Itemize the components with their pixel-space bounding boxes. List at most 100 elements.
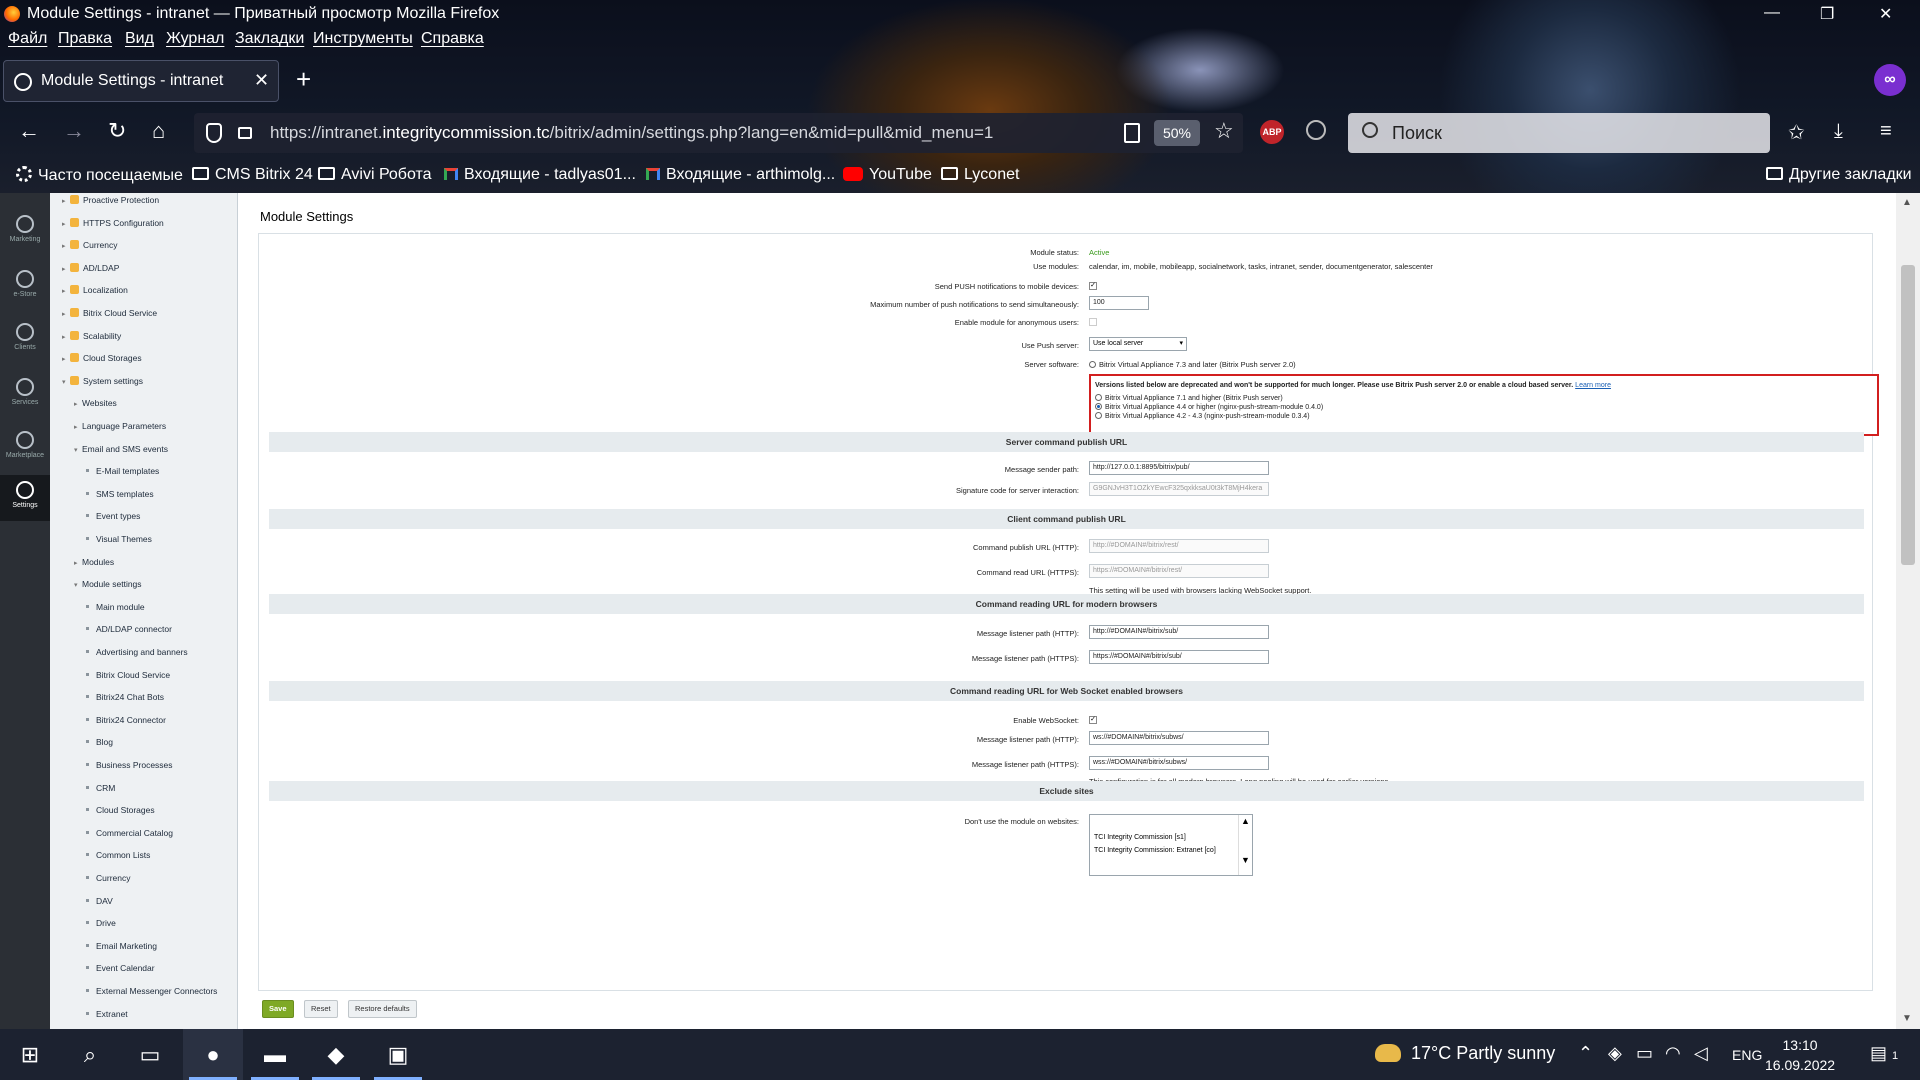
tree-item[interactable]: E-Mail templates [86, 466, 159, 476]
chevron-right-icon[interactable]: ▸ [74, 559, 82, 567]
chevron-down-icon[interactable]: ▾ [74, 581, 82, 589]
tree-item[interactable]: Blog [86, 737, 113, 747]
scroll-down-icon[interactable]: ▼ [1902, 1013, 1912, 1024]
save-button[interactable]: Save [262, 1000, 294, 1018]
software-option-1[interactable]: Bitrix Virtual Appliance 7.3 and later (… [1089, 360, 1296, 369]
tree-item[interactable]: Bitrix24 Chat Bots [86, 692, 164, 702]
battery-icon[interactable]: ▭ [1636, 1043, 1653, 1064]
file-explorer-icon[interactable]: ▬ [245, 1029, 305, 1080]
radio-icon[interactable] [1095, 412, 1102, 419]
app-menu-icon[interactable]: ≡ [1880, 120, 1892, 143]
bookmark-most-visited[interactable]: Часто посещаемые [16, 166, 183, 185]
volume-icon[interactable]: ◁ [1694, 1043, 1708, 1064]
tree-item[interactable]: ▸ Language Parameters [74, 421, 166, 431]
tree-item[interactable]: SMS templates [86, 489, 154, 499]
menu-edit[interactable]: Правка [58, 30, 112, 48]
exclude-sites-list[interactable]: TCI Integrity Commission [s1] TCI Integr… [1089, 814, 1253, 876]
menu-file[interactable]: Файл [8, 30, 47, 48]
tree-item[interactable]: ▾ System settings [62, 375, 143, 386]
tree-item[interactable]: ▸ AD/LDAP [62, 262, 119, 273]
close-tab-icon[interactable]: ✕ [254, 70, 269, 91]
language-indicator[interactable]: ENG [1732, 1047, 1762, 1063]
url-text[interactable]: https://intranet.integritycommission.tc/… [270, 123, 993, 143]
scroll-thumb[interactable] [1901, 265, 1915, 565]
tree-item[interactable]: Event types [86, 511, 140, 521]
tree-item[interactable]: Business Processes [86, 760, 173, 770]
tree-item[interactable]: AD/LDAP connector [86, 624, 172, 634]
url-bar[interactable]: https://intranet.integritycommission.tc/… [194, 113, 1243, 153]
start-button[interactable]: ⊞ [0, 1029, 60, 1080]
bookmark-youtube[interactable]: YouTube [843, 166, 932, 184]
maximize-button[interactable]: ❐ [1820, 4, 1834, 24]
chevron-right-icon[interactable]: ▸ [62, 242, 70, 250]
tree-item[interactable]: Main module [86, 602, 145, 612]
leftbar-services[interactable]: Services [0, 378, 50, 406]
task-view-icon[interactable]: ▭ [120, 1029, 180, 1080]
tree-item[interactable]: Event Calendar [86, 963, 155, 973]
tree-item[interactable]: DAV [86, 896, 113, 906]
menu-history[interactable]: Журнал [166, 30, 224, 48]
tree-item[interactable]: Common Lists [86, 850, 150, 860]
chevron-right-icon[interactable]: ▸ [62, 220, 70, 228]
tree-item[interactable]: Advertising and banners [86, 647, 188, 657]
tree-item[interactable]: ▸ Modules [74, 557, 114, 567]
radio-icon[interactable] [1089, 361, 1096, 368]
tree-item[interactable]: External Messenger Connectors [86, 986, 217, 996]
tree-item[interactable]: ▸ Cloud Storages [62, 353, 142, 363]
menu-tools[interactable]: Инструменты [313, 30, 413, 48]
chevron-right-icon[interactable]: ▸ [74, 400, 82, 408]
radio-icon[interactable] [1095, 394, 1102, 401]
tree-item[interactable]: Email Marketing [86, 941, 157, 951]
listener-https-input[interactable]: https://#DOMAIN#/bitrix/sub/ [1089, 650, 1269, 664]
menu-bookmarks[interactable]: Закладки [235, 30, 304, 48]
restore-defaults-button[interactable]: Restore defaults [348, 1000, 417, 1018]
software-option-4[interactable]: Bitrix Virtual Appliance 4.2 - 4.3 (ngin… [1095, 412, 1873, 420]
lock-icon[interactable] [238, 127, 252, 139]
new-tab-button[interactable]: + [296, 64, 311, 95]
pocket-icon[interactable]: ✩ [1788, 120, 1805, 145]
tree-item[interactable]: ▸ Scalability [62, 330, 121, 341]
tree-item[interactable]: Bitrix Cloud Service [86, 670, 170, 680]
adblock-plus-icon[interactable]: ABP [1260, 120, 1284, 144]
leftbar-marketing[interactable]: Marketing [0, 215, 50, 243]
back-button[interactable]: ← [18, 118, 40, 144]
tracking-protection-icon[interactable] [206, 123, 222, 143]
tree-item[interactable]: ▸ Bitrix Cloud Service [62, 308, 157, 318]
forward-button[interactable]: → [63, 118, 85, 144]
shield-tray-icon[interactable]: ◈ [1608, 1043, 1622, 1064]
tree-item[interactable]: Commercial Catalog [86, 828, 173, 838]
minimize-button[interactable]: — [1764, 4, 1780, 22]
ws-listener-https-input[interactable]: wss://#DOMAIN#/bitrix/subws/ [1089, 756, 1269, 770]
tree-item[interactable]: ▸ HTTPS Configuration [62, 217, 164, 228]
leftbar-clients[interactable]: Clients [0, 323, 50, 351]
max-push-input[interactable]: 100 [1089, 296, 1149, 310]
listener-http-input[interactable]: http://#DOMAIN#/bitrix/sub/ [1089, 625, 1269, 639]
leftbar-marketplace[interactable]: Marketplace [0, 431, 50, 459]
search-taskbar-icon[interactable]: ⌕ [60, 1029, 120, 1080]
list-scrollbar[interactable]: ▲ ▼ [1238, 815, 1252, 875]
tree-item[interactable]: ▸ Websites [74, 398, 117, 408]
menu-help[interactable]: Справка [421, 30, 484, 48]
chevron-right-icon[interactable]: ▸ [74, 423, 82, 431]
ws-listener-http-input[interactable]: ws://#DOMAIN#/bitrix/subws/ [1089, 731, 1269, 745]
chevron-down-icon[interactable]: ▾ [74, 446, 82, 454]
tree-item[interactable]: CRM [86, 783, 115, 793]
leftbar-estore[interactable]: e-Store [0, 270, 50, 298]
tab-module-settings[interactable]: Module Settings - intranet ✕ [3, 60, 279, 102]
home-button[interactable]: ⌂ [152, 118, 165, 144]
chevron-right-icon[interactable]: ▸ [62, 197, 70, 205]
list-item[interactable]: TCI Integrity Commission [s1] [1094, 831, 1248, 844]
chevron-right-icon[interactable]: ▸ [62, 333, 70, 341]
bookmark-gmail-1[interactable]: Входящие - tadlyas01... [444, 166, 636, 184]
zoom-level-button[interactable]: 50% [1154, 120, 1200, 146]
app-taskbar-icon[interactable]: ◆ [306, 1029, 366, 1080]
reset-button[interactable]: Reset [304, 1000, 338, 1018]
weather-widget[interactable]: 17°C Partly sunny [1375, 1043, 1555, 1064]
software-option-2[interactable]: Bitrix Virtual Appliance 7.1 and higher … [1095, 394, 1873, 402]
tree-item[interactable]: Visual Themes [86, 534, 152, 544]
firefox-taskbar-icon[interactable]: ● [183, 1029, 243, 1080]
tree-item[interactable]: ▸ Localization [62, 285, 128, 295]
globe-extension-icon[interactable] [1306, 120, 1326, 140]
push-server-select[interactable]: Use local server ▾ [1089, 337, 1187, 351]
tree-item[interactable]: ▸ Currency [62, 240, 117, 250]
